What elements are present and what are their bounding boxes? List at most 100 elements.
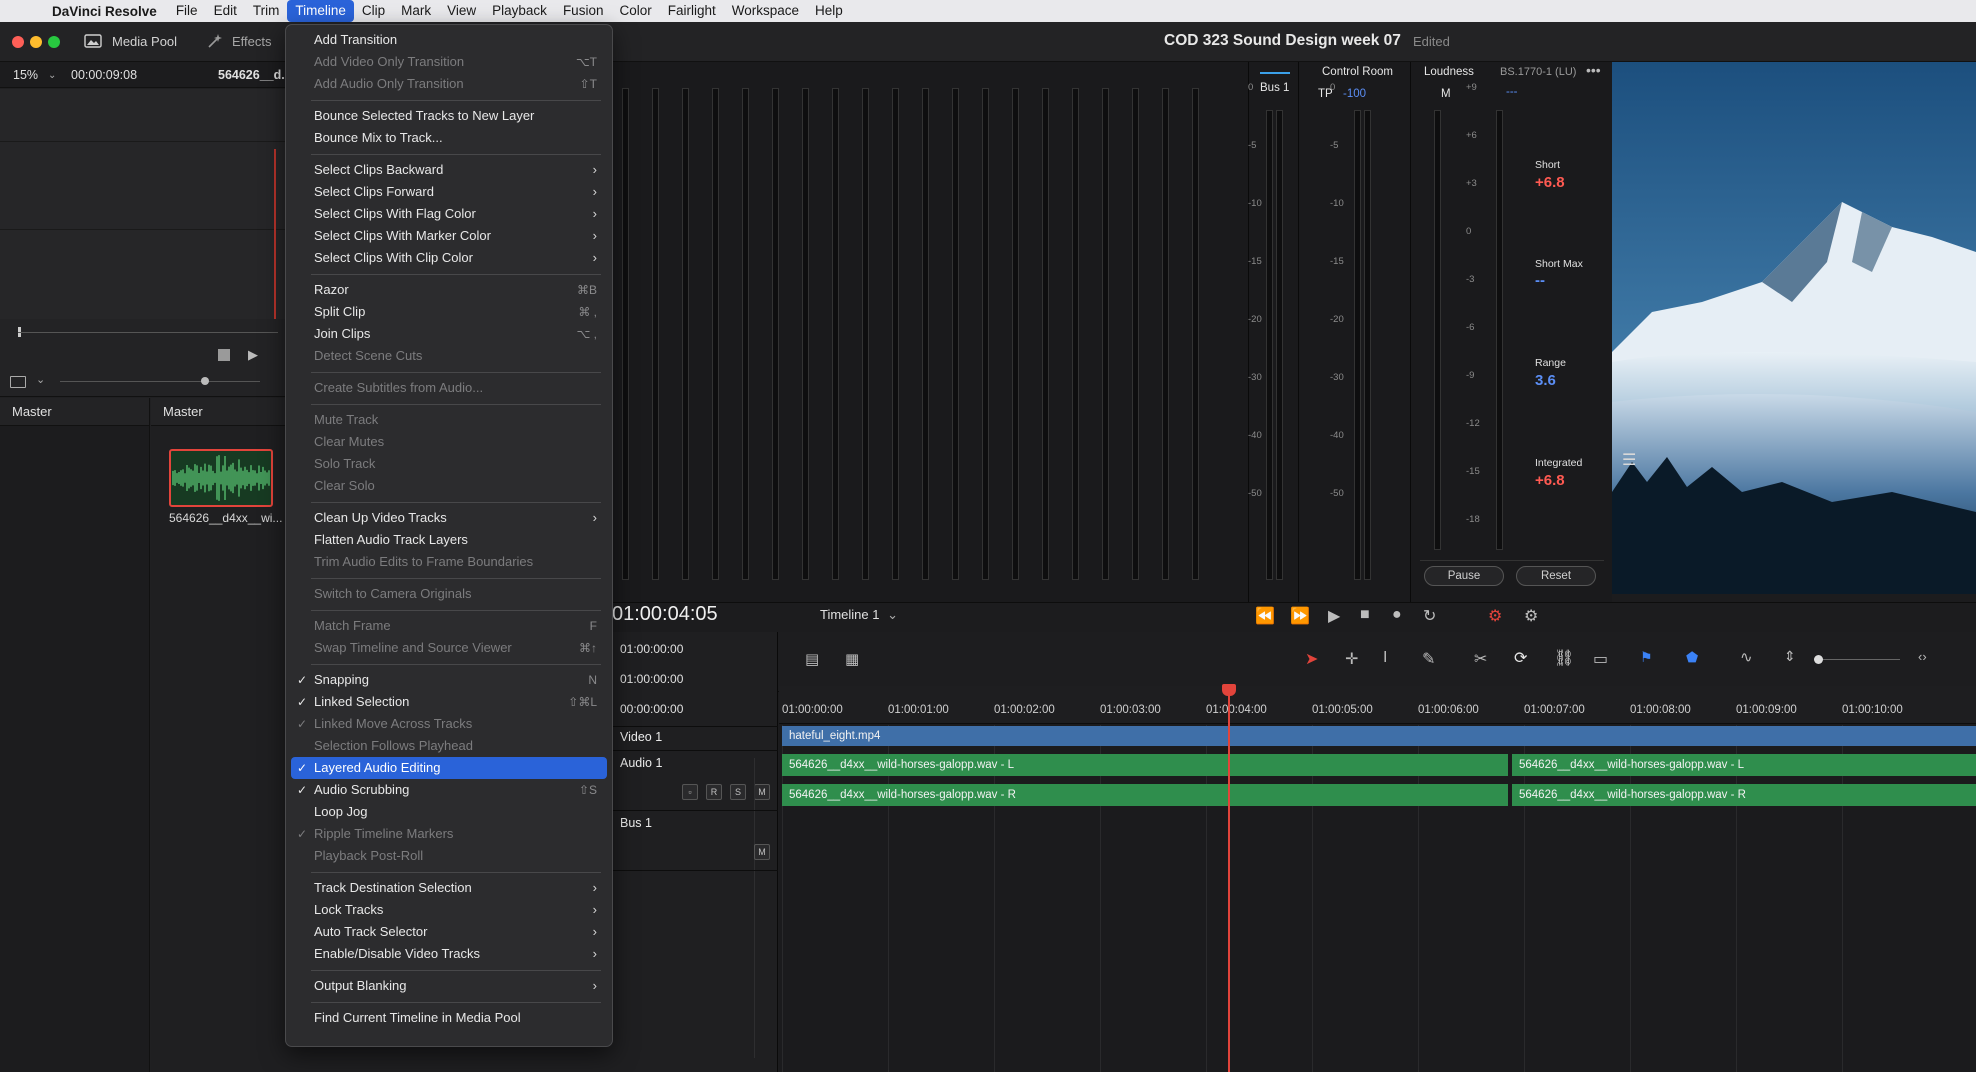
- menu-item-find-current-timeline-in-media-pool[interactable]: Find Current Timeline in Media Pool: [291, 1007, 607, 1029]
- menu-fairlight[interactable]: Fairlight: [660, 0, 724, 22]
- audio-clip-l-1[interactable]: 564626__d4xx__wild-horses-galopp.wav - L: [782, 754, 1508, 776]
- viewer-settings-icon[interactable]: ☰: [1622, 450, 1636, 470]
- menu-item-audio-scrubbing[interactable]: ✓ Audio Scrubbing ⇧S: [291, 779, 607, 801]
- menu-item-select-clips-backward[interactable]: Select Clips Backward ›: [291, 159, 607, 181]
- razor-icon[interactable]: ✂: [1474, 649, 1487, 669]
- stop-icon[interactable]: [218, 349, 230, 361]
- edit-select-icon[interactable]: I: [1383, 649, 1387, 667]
- automation-settings-icon[interactable]: ⚙: [1524, 606, 1538, 626]
- menu-item-loop-jog[interactable]: Loop Jog: [291, 801, 607, 823]
- playhead[interactable]: [1228, 690, 1230, 1072]
- draw-tool-icon[interactable]: ✎: [1422, 649, 1435, 669]
- menu-item-lock-tracks[interactable]: Lock Tracks ›: [291, 899, 607, 921]
- automation-icon[interactable]: ⚙: [1488, 606, 1502, 626]
- chevron-down-icon[interactable]: ⌄: [48, 70, 56, 81]
- menu-item-enable-disable-video-tracks[interactable]: Enable/Disable Video Tracks ›: [291, 943, 607, 965]
- track-header-bus-1[interactable]: Bus 1: [620, 816, 652, 830]
- video-clip[interactable]: hateful_eight.mp4: [782, 726, 1976, 746]
- timeline-lanes[interactable]: [779, 692, 1976, 1072]
- marker-icon[interactable]: ⬟: [1686, 649, 1698, 666]
- audio-clip-icon[interactable]: ▭: [1593, 649, 1608, 669]
- panel-toggle-icon[interactable]: [10, 376, 26, 388]
- tab-effects[interactable]: Effects: [206, 33, 272, 49]
- audio-clip-r-1[interactable]: 564626__d4xx__wild-horses-galopp.wav - R: [782, 784, 1508, 806]
- solo-button[interactable]: S: [730, 784, 746, 800]
- record-arm-button[interactable]: R: [706, 784, 722, 800]
- thumbnail-size-slider[interactable]: [60, 381, 260, 382]
- zoom-window-button[interactable]: [48, 36, 60, 48]
- bus-mute-button[interactable]: M: [754, 844, 770, 860]
- menu-item-linked-selection[interactable]: ✓ Linked Selection ⇧⌘L: [291, 691, 607, 713]
- audio-clip-r-2[interactable]: 564626__d4xx__wild-horses-galopp.wav - R: [1512, 784, 1976, 806]
- play-icon[interactable]: ▶: [248, 347, 258, 363]
- clip-thumbnail[interactable]: [169, 449, 273, 507]
- menu-workspace[interactable]: Workspace: [724, 0, 807, 22]
- timeline-selector[interactable]: Timeline 1 ⌄: [820, 607, 898, 623]
- range-select-icon[interactable]: ✛: [1345, 649, 1358, 669]
- code-view-icon[interactable]: ‹›: [1918, 649, 1927, 664]
- track-header-video-1[interactable]: Video 1: [620, 730, 662, 744]
- track-header-audio-1[interactable]: Audio 1: [620, 756, 662, 770]
- menu-item-split-clip[interactable]: Split Clip ⌘ ,: [291, 301, 607, 323]
- menu-item-select-clips-with-marker-color[interactable]: Select Clips With Marker Color ›: [291, 225, 607, 247]
- index-grid-icon[interactable]: ▦: [845, 650, 859, 668]
- scrub-bar[interactable]: [18, 332, 278, 333]
- menu-item-flatten-audio-track-layers[interactable]: Flatten Audio Track Layers: [291, 529, 607, 551]
- menu-timeline[interactable]: Timeline: [287, 0, 354, 22]
- menu-color[interactable]: Color: [611, 0, 659, 22]
- menu-app-name[interactable]: DaVinci Resolve: [44, 4, 168, 19]
- bin-master[interactable]: Master: [0, 398, 149, 426]
- menu-help[interactable]: Help: [807, 0, 851, 22]
- stop-icon[interactable]: ■: [1360, 606, 1370, 624]
- menu-clip[interactable]: Clip: [354, 0, 393, 22]
- menu-item-output-blanking[interactable]: Output Blanking ›: [291, 975, 607, 997]
- selection-tool-icon[interactable]: ➤: [1305, 649, 1318, 669]
- lock-icon[interactable]: ▫: [682, 784, 698, 800]
- menu-item-select-clips-forward[interactable]: Select Clips Forward ›: [291, 181, 607, 203]
- menu-item-clean-up-video-tracks[interactable]: Clean Up Video Tracks ›: [291, 507, 607, 529]
- menu-file[interactable]: File: [168, 0, 206, 22]
- menu-item-track-destination-selection[interactable]: Track Destination Selection ›: [291, 877, 607, 899]
- play-icon[interactable]: ▶: [1328, 606, 1340, 626]
- zoom-slider-knob[interactable]: [1814, 655, 1823, 664]
- menu-item-select-clips-with-clip-color[interactable]: Select Clips With Clip Color ›: [291, 247, 607, 269]
- menu-item-layered-audio-editing[interactable]: ✓ Layered Audio Editing: [291, 757, 607, 779]
- menu-item-bounce-mix-to-track[interactable]: Bounce Mix to Track...: [291, 127, 607, 149]
- timeline-viewer[interactable]: ☰: [1612, 62, 1976, 594]
- menu-item-snapping[interactable]: ✓ Snapping N: [291, 669, 607, 691]
- menu-playback[interactable]: Playback: [484, 0, 555, 22]
- fast-forward-icon[interactable]: ⏩: [1290, 606, 1310, 626]
- menu-item-razor[interactable]: Razor ⌘B: [291, 279, 607, 301]
- timeline-view-options-icon[interactable]: ▤: [805, 650, 819, 668]
- tab-media-pool[interactable]: Media Pool: [84, 33, 177, 49]
- menu-view[interactable]: View: [439, 0, 484, 22]
- menu-fusion[interactable]: Fusion: [555, 0, 612, 22]
- rewind-icon[interactable]: ⏪: [1255, 606, 1275, 626]
- record-icon[interactable]: ●: [1392, 606, 1402, 624]
- link-icon[interactable]: ⛓: [1554, 648, 1574, 668]
- record-timecode[interactable]: 01:00:04:05: [612, 603, 718, 626]
- menu-mark[interactable]: Mark: [393, 0, 439, 22]
- mute-button[interactable]: M: [754, 784, 770, 800]
- loop-icon[interactable]: ↻: [1423, 606, 1436, 626]
- pause-button[interactable]: Pause: [1424, 566, 1504, 586]
- zoom-level[interactable]: 15%: [13, 68, 38, 82]
- menu-edit[interactable]: Edit: [206, 0, 245, 22]
- zoom-slider[interactable]: [1820, 659, 1900, 660]
- close-window-button[interactable]: [12, 36, 24, 48]
- audio-clip-l-2[interactable]: 564626__d4xx__wild-horses-galopp.wav - L: [1512, 754, 1976, 776]
- menu-item-add-transition[interactable]: Add Transition: [291, 29, 607, 51]
- menu-item-auto-track-selector[interactable]: Auto Track Selector ›: [291, 921, 607, 943]
- vertical-zoom-icon[interactable]: ⇕: [1784, 648, 1796, 665]
- more-options-icon[interactable]: •••: [1586, 62, 1601, 78]
- snapping-icon[interactable]: ⟳: [1514, 648, 1527, 668]
- menu-item-select-clips-with-flag-color[interactable]: Select Clips With Flag Color ›: [291, 203, 607, 225]
- menu-trim[interactable]: Trim: [245, 0, 288, 22]
- chevron-down-icon[interactable]: ⌄: [36, 373, 45, 386]
- reset-button[interactable]: Reset: [1516, 566, 1596, 586]
- slider-knob[interactable]: [201, 377, 209, 385]
- minimize-window-button[interactable]: [30, 36, 42, 48]
- waveform-zoom-icon[interactable]: ∿: [1740, 648, 1753, 666]
- flag-icon[interactable]: ⚑: [1640, 649, 1653, 666]
- menu-item-bounce-selected-tracks-to-new-layer[interactable]: Bounce Selected Tracks to New Layer: [291, 105, 607, 127]
